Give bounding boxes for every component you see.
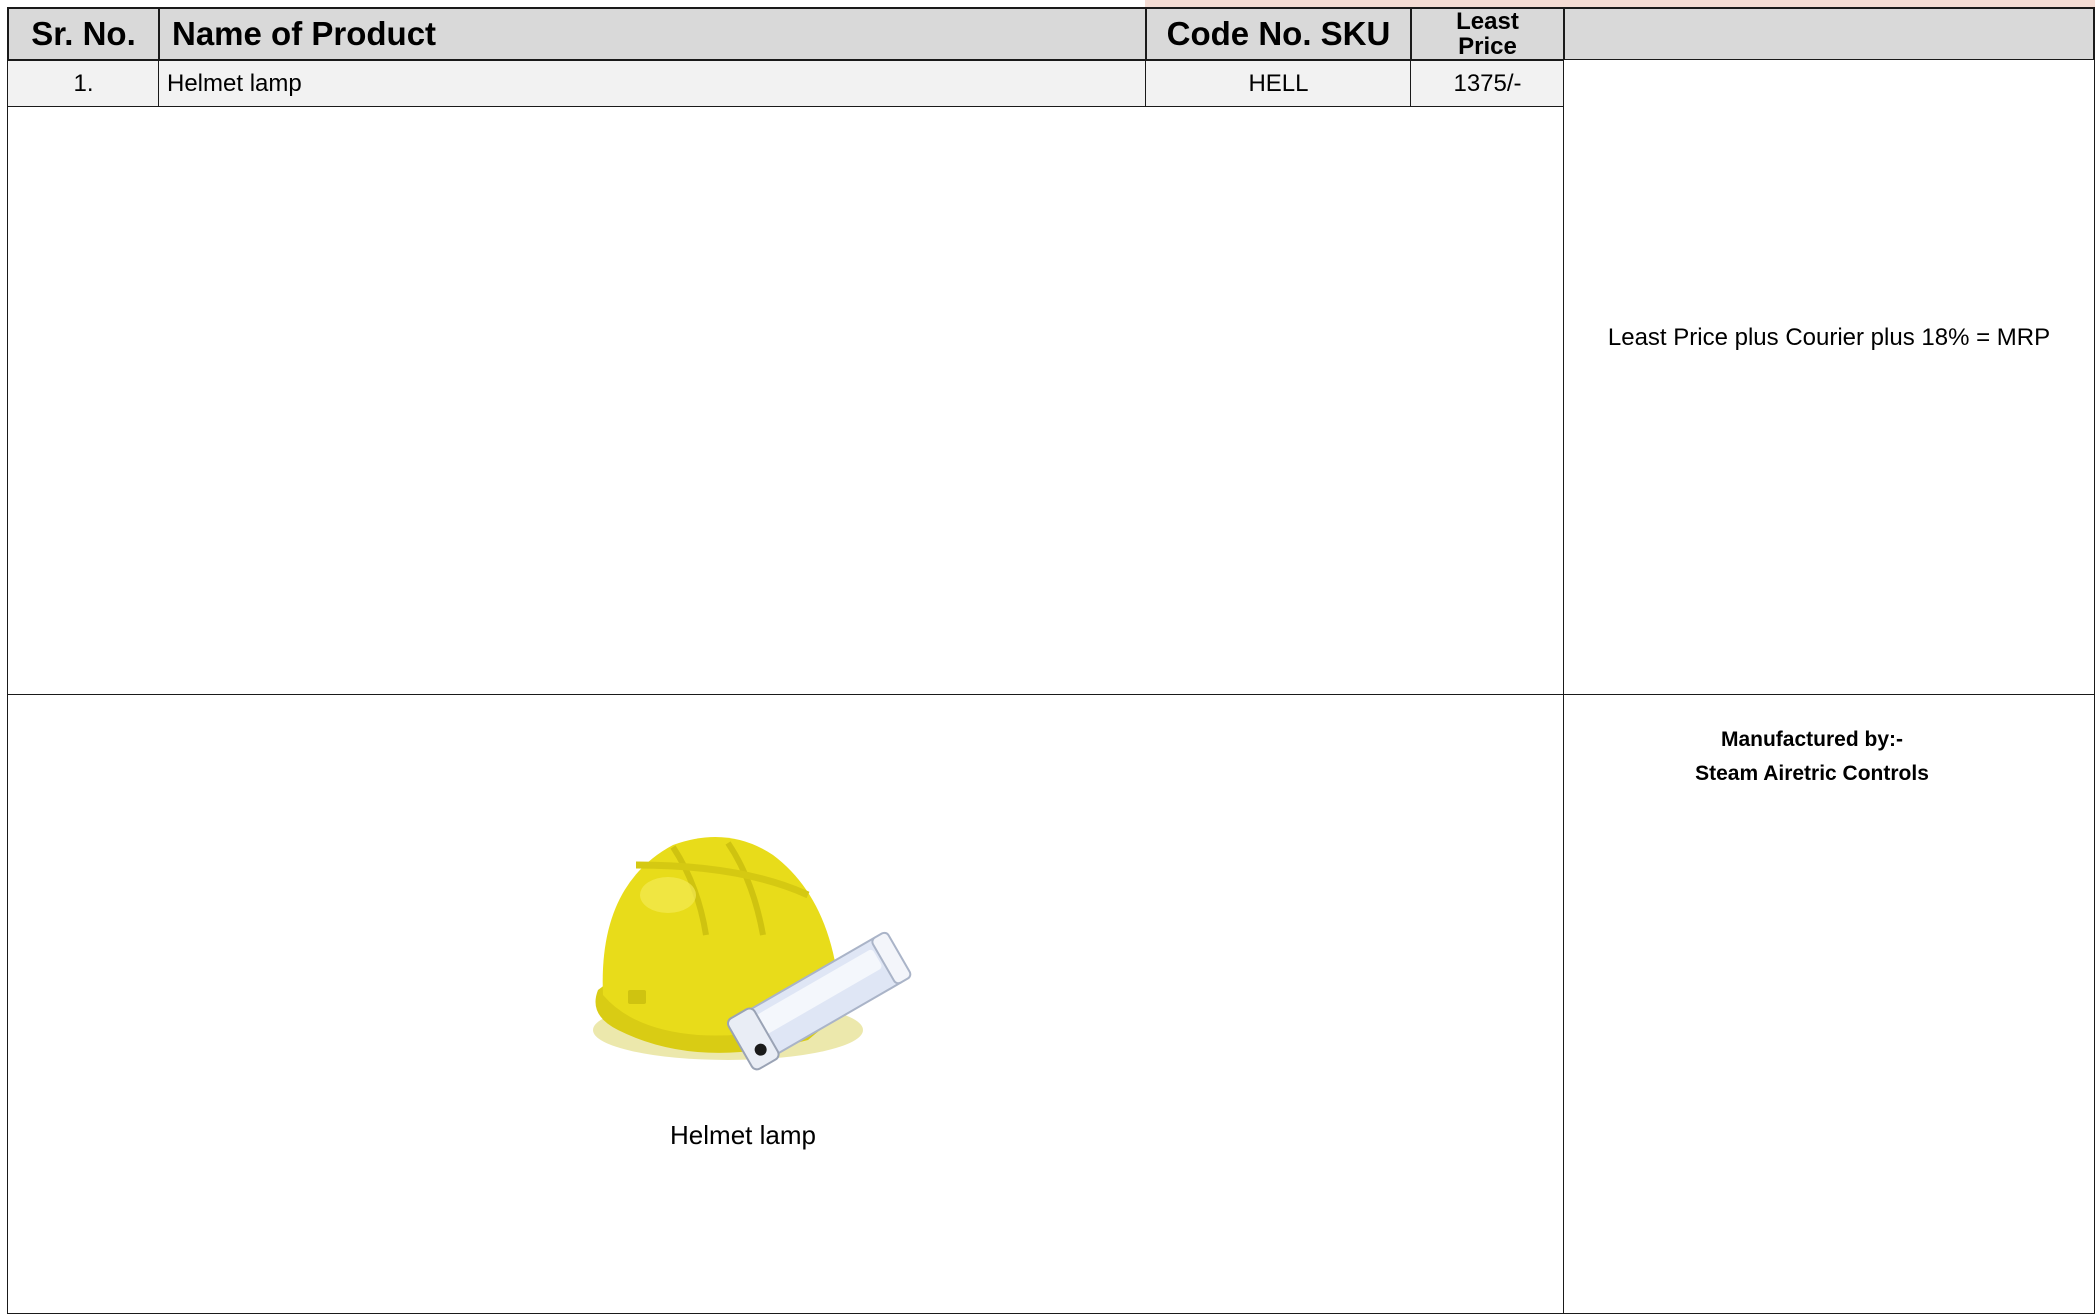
header-least-price-line2: Price [1458, 33, 1517, 60]
product-image-box: Helmet lamp [7, 694, 1565, 1314]
row-sr-no-value: 1. [73, 70, 94, 97]
header-sr-no-label: Sr. No. [31, 15, 136, 52]
header-product-name-label: Name of Product [172, 15, 437, 52]
manufacturer-box: Manufactured by:- Steam Airetric Control… [1563, 694, 2095, 1314]
pricing-note-box: Least Price plus Courier plus 18% = MRP [1563, 59, 2095, 696]
row-product-name: Helmet lamp [158, 60, 1147, 108]
row-least-price-value: 1375/- [1453, 70, 1522, 97]
manufacturer-name: Steam Airetric Controls [1695, 762, 1929, 785]
row-code-sku-value: HELL [1248, 70, 1309, 97]
header-sr-no: Sr. No. [7, 7, 160, 61]
helmet-lamp-image [593, 837, 912, 1071]
row-code-sku: HELL [1145, 60, 1412, 108]
header-least-price: Least Price [1410, 7, 1565, 61]
product-image-caption: Helmet lamp [670, 1120, 816, 1150]
header-blank-cell [1563, 7, 2095, 61]
description-box [7, 106, 1565, 696]
manufacturer-label: Manufactured by:- [1720, 728, 1903, 751]
header-least-price-line1: Least [1456, 8, 1519, 35]
header-product-name: Name of Product [158, 7, 1147, 61]
header-code-sku-label: Code No. SKU [1166, 15, 1391, 52]
row-product-name-value: Helmet lamp [167, 70, 302, 97]
manufacturer-info: Manufactured by:- Steam Airetric Control… [1564, 723, 2094, 791]
row-least-price: 1375/- [1410, 60, 1565, 108]
row-sr-no: 1. [7, 60, 160, 108]
pricing-note: Least Price plus Courier plus 18% = MRP [1607, 324, 2051, 351]
header-code-sku: Code No. SKU [1145, 7, 1412, 61]
